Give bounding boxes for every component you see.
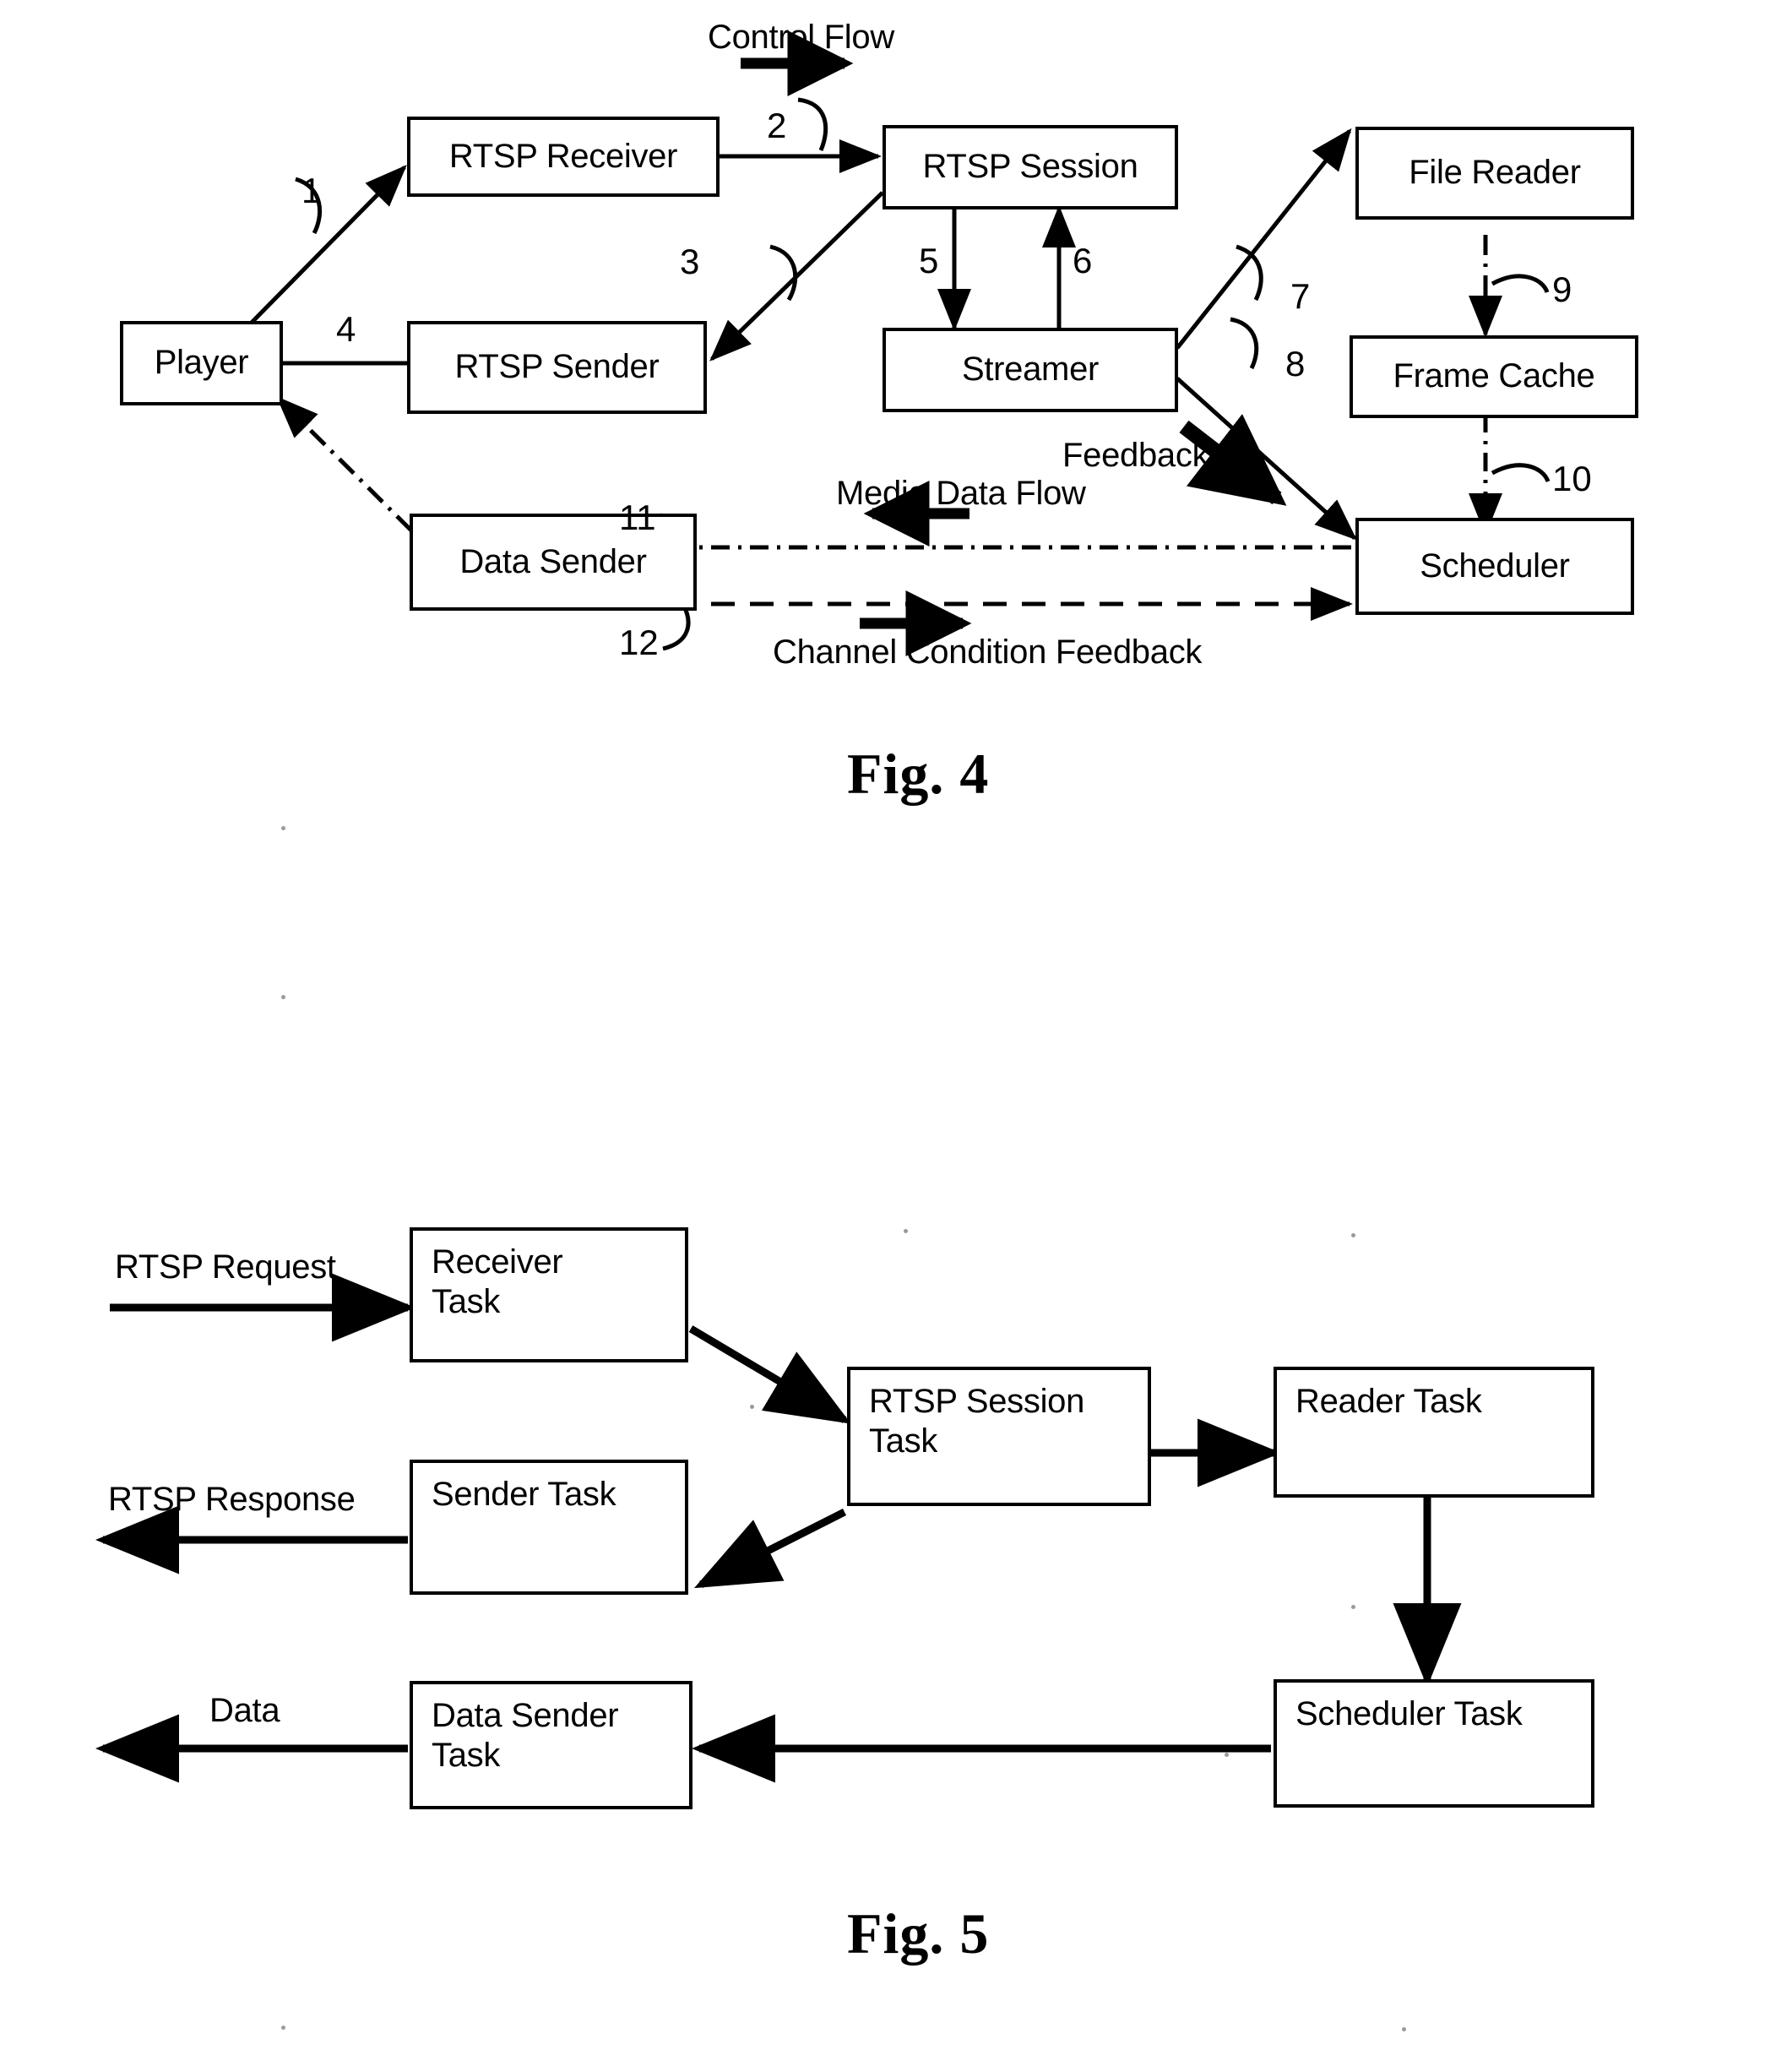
- connector-7: [1176, 128, 1352, 350]
- box-rtsp-session[interactable]: RTSP Session: [883, 125, 1178, 209]
- label-rtsp-response: RTSP Response: [108, 1481, 356, 1518]
- box-label-scheduler-task: Scheduler Task: [1295, 1695, 1523, 1732]
- box-scheduler-task[interactable]: Scheduler Task: [1274, 1679, 1594, 1808]
- figure-caption-4: Fig. 4: [847, 742, 990, 806]
- box-sender-task[interactable]: Sender Task: [410, 1460, 688, 1595]
- box-label-data-sender-task: Data Sender Task: [432, 1697, 619, 1775]
- connector-8: [1176, 317, 1357, 541]
- label-channel-condition-feedback: Channel Condition Feedback: [773, 634, 1203, 671]
- patent-figure-sheet: Player RTSP Receiver RTSP Sender RTSP Se…: [0, 0, 1776, 2072]
- box-label-player: Player: [154, 344, 249, 382]
- box-data-sender-task[interactable]: Data Sender Task: [410, 1681, 692, 1809]
- box-label-data-sender: Data Sender: [459, 542, 647, 580]
- connector-number-7: 7: [1290, 276, 1311, 316]
- connector-number-10: 10: [1552, 459, 1592, 498]
- box-player[interactable]: Player: [120, 321, 283, 405]
- connector-number-8: 8: [1285, 344, 1306, 383]
- box-label-frame-cache: Frame Cache: [1393, 357, 1595, 395]
- connector-number-5: 5: [919, 241, 939, 280]
- connector-number-1: 1: [301, 171, 322, 210]
- box-reader-task[interactable]: Reader Task: [1274, 1367, 1594, 1498]
- connector-number-6: 6: [1073, 241, 1093, 280]
- box-label-scheduler: Scheduler: [1420, 547, 1570, 585]
- connector-number-2: 2: [767, 106, 787, 145]
- connector-number-11: 11: [619, 498, 656, 537]
- box-label-reader-task: Reader Task: [1295, 1383, 1482, 1420]
- scan-speck: [1351, 1605, 1355, 1609]
- box-file-reader[interactable]: File Reader: [1355, 127, 1634, 220]
- scan-speck: [1402, 2027, 1406, 2031]
- box-label-sender-task: Sender Task: [432, 1476, 616, 1513]
- box-rtsp-sender[interactable]: RTSP Sender: [407, 321, 707, 414]
- box-label-rtsp-session: RTSP Session: [922, 148, 1138, 186]
- scan-speck: [281, 2026, 285, 2030]
- box-label-file-reader: File Reader: [1409, 154, 1581, 192]
- figure-caption-5: Fig. 5: [847, 1901, 990, 1966]
- box-rtsp-session-task[interactable]: RTSP Session Task: [847, 1367, 1151, 1506]
- scan-speck: [281, 826, 285, 830]
- box-label-rtsp-receiver: RTSP Receiver: [448, 137, 678, 175]
- scan-speck: [750, 1405, 754, 1409]
- label-data: Data: [209, 1692, 280, 1729]
- box-streamer[interactable]: Streamer: [883, 328, 1178, 412]
- box-frame-cache[interactable]: Frame Cache: [1350, 335, 1638, 418]
- label-feedback: Feedback: [1062, 437, 1209, 474]
- label-media-data-flow: Media Data Flow: [836, 475, 1086, 512]
- box-scheduler[interactable]: Scheduler: [1355, 518, 1634, 615]
- scan-speck: [281, 995, 285, 999]
- box-label-rtsp-sender: RTSP Sender: [454, 348, 660, 386]
- connector-player-data: [276, 396, 413, 532]
- box-label-rtsp-session-task: RTSP Session Task: [869, 1383, 1085, 1460]
- scan-speck: [1225, 1753, 1229, 1757]
- connector-3: [709, 191, 884, 362]
- box-receiver-task[interactable]: Receiver Task: [410, 1227, 688, 1362]
- session-to-sender-arrow: [693, 1508, 847, 1589]
- connector-9: [1469, 235, 1550, 339]
- connector-1: [236, 165, 407, 338]
- box-rtsp-receiver[interactable]: RTSP Receiver: [407, 117, 720, 197]
- scan-speck: [1351, 1233, 1355, 1237]
- connector-number-9: 9: [1552, 269, 1572, 309]
- label-rtsp-request: RTSP Request: [115, 1248, 336, 1286]
- connector-10: [1469, 375, 1551, 536]
- box-label-receiver-task: Receiver Task: [432, 1243, 563, 1321]
- connector-number-3: 3: [680, 242, 700, 281]
- scan-speck: [904, 1229, 908, 1233]
- box-label-streamer: Streamer: [961, 351, 1100, 389]
- label-control-flow: Control Flow: [708, 19, 894, 56]
- connector-number-4: 4: [336, 309, 356, 349]
- connector-number-12: 12: [619, 623, 659, 662]
- receiver-to-session-arrow: [688, 1325, 851, 1424]
